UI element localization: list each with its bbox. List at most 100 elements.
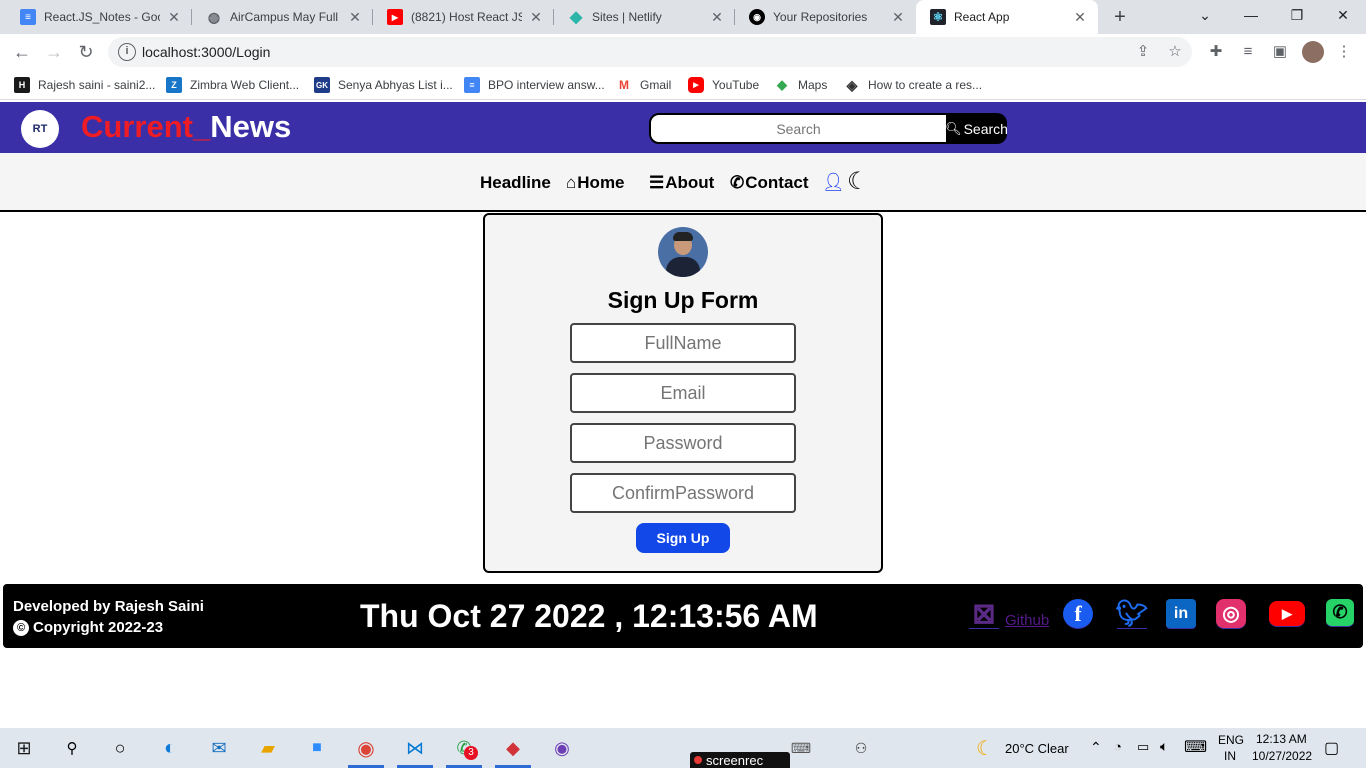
instagram-icon[interactable]: ◎ <box>1216 599 1246 629</box>
netlify-icon: ◆ <box>569 9 583 26</box>
tab-react-app[interactable]: ⚛ React App ✕ <box>916 0 1098 34</box>
password-field[interactable] <box>570 423 796 463</box>
notifications-icon[interactable]: ▢ <box>1324 738 1339 758</box>
linkedin-icon[interactable]: in <box>1166 599 1196 629</box>
youtube-icon[interactable]: ▶ <box>1269 601 1305 627</box>
reload-icon[interactable]: ↻ <box>74 40 98 64</box>
site-brand[interactable]: Current_News <box>81 109 291 145</box>
nav-headline[interactable]: Headline <box>480 173 551 193</box>
developer-credit: Developed by Rajesh Saini <box>13 598 204 615</box>
tab-react-notes[interactable]: ≡ React.JS_Notes - Goog ✕ <box>6 0 192 34</box>
chrome-icon[interactable]: ◉ <box>353 736 379 760</box>
bookmark-label: Zimbra Web Client... <box>190 78 300 92</box>
x-icon[interactable]: ⊠ <box>969 598 999 629</box>
profile-avatar[interactable] <box>1302 41 1324 63</box>
fullname-field[interactable] <box>570 323 796 363</box>
tab-netlify[interactable]: ◆ Sites | Netlify ✕ <box>554 0 735 34</box>
tab-repositories[interactable]: ◉ Your Repositories ✕ <box>735 0 916 34</box>
address-url[interactable]: localhost:3000/Login <box>142 44 270 60</box>
facebook-icon[interactable]: f <box>1063 599 1093 629</box>
forward-arrow-icon[interactable]: → <box>42 40 66 64</box>
info-icon[interactable]: i <box>118 43 136 61</box>
close-icon[interactable]: ✕ <box>166 9 182 26</box>
github-link[interactable]: Github <box>1005 612 1049 629</box>
close-icon[interactable]: ✕ <box>347 9 363 26</box>
search-icon: 🔍︎ <box>945 120 962 136</box>
bookmark-item[interactable]: H Rajesh saini - saini2... <box>14 76 155 94</box>
gk-icon: GK <box>314 77 330 93</box>
kebab-menu-icon[interactable]: ⋮ <box>1334 42 1354 62</box>
nav-home[interactable]: ⌂ Home <box>566 173 625 193</box>
language-bottom[interactable]: IN <box>1224 749 1236 763</box>
clock-time[interactable]: 12:13 AM <box>1256 732 1307 746</box>
gmail-icon: M <box>619 78 629 92</box>
search-input[interactable] <box>649 113 948 144</box>
clock-date[interactable]: 10/27/2022 <box>1252 749 1312 763</box>
media-queue-icon[interactable]: ≡ <box>1238 42 1258 62</box>
side-panel-icon[interactable]: ▣ <box>1270 42 1290 62</box>
confirm-password-field[interactable] <box>570 473 796 513</box>
file-explorer-icon[interactable]: ▰ <box>255 736 281 760</box>
window-close-icon[interactable]: ✕ <box>1320 0 1366 30</box>
site-logo[interactable]: RT <box>21 110 59 148</box>
close-icon[interactable]: ✕ <box>709 9 725 26</box>
tab-aircampus[interactable]: ◍ AirCampus May Full St ✕ <box>192 0 373 34</box>
bookmark-item[interactable]: ◈ How to create a res... <box>844 76 982 94</box>
bookmark-item[interactable]: ▶ YouTube <box>688 76 759 94</box>
phone-icon: ✆ <box>730 173 745 192</box>
search-button[interactable]: 🔍︎ Search <box>945 113 1008 144</box>
extensions-puzzle-icon[interactable]: ✚ <box>1206 42 1226 62</box>
github-desktop-icon[interactable]: ◉ <box>549 736 575 760</box>
people-icon[interactable]: ⚇ <box>848 736 874 760</box>
browser-tabstrip: ≡ React.JS_Notes - Goog ✕ ◍ AirCampus Ma… <box>0 0 1366 34</box>
minimize-icon[interactable]: — <box>1228 0 1274 30</box>
weather-moon-icon[interactable]: ☾ <box>972 736 998 760</box>
back-arrow-icon[interactable]: ← <box>10 40 34 64</box>
tab-search-chevron-icon[interactable]: ⌄ <box>1182 0 1228 30</box>
windows-start-icon[interactable]: ⊞ <box>11 736 37 760</box>
close-icon[interactable]: ✕ <box>528 9 544 26</box>
task-view-icon[interactable]: ○ <box>107 736 133 760</box>
user-icon[interactable]: 👤︎ <box>822 172 845 193</box>
app-icon[interactable]: ◆ <box>500 736 526 760</box>
sign-up-button[interactable]: Sign Up <box>636 523 730 553</box>
bookmark-item[interactable]: ≡ BPO interview answ... <box>464 76 605 94</box>
email-field[interactable] <box>570 373 796 413</box>
bookmark-item[interactable]: M Gmail <box>616 76 671 94</box>
moon-icon[interactable]: ☾ <box>847 167 869 196</box>
tab-host-react[interactable]: ▶ (8821) Host React JS W ✕ <box>373 0 554 34</box>
bookmark-item[interactable]: Z Zimbra Web Client... <box>166 76 299 94</box>
bookmark-item[interactable]: GK Senya Abhyas List i... <box>314 76 453 94</box>
keyboard-icon[interactable]: ⌨ <box>1184 737 1207 757</box>
bookmark-star-icon[interactable]: ☆ <box>1166 43 1184 61</box>
edge-icon[interactable]: ◐ <box>157 736 183 760</box>
bookmark-item[interactable]: ◆ Maps <box>774 76 827 94</box>
language-top[interactable]: ENG <box>1218 733 1244 747</box>
hackerrank-icon: H <box>14 77 30 93</box>
zoom-icon[interactable]: ■ <box>304 736 330 760</box>
vscode-icon[interactable]: ⋈ <box>402 736 428 760</box>
volume-icon[interactable]: 🔈︎ <box>1160 738 1168 755</box>
screen: ≡ React.JS_Notes - Goog ✕ ◍ AirCampus Ma… <box>0 0 1366 768</box>
nav-about[interactable]: ☰ About <box>649 173 714 193</box>
twitter-icon[interactable]: 🐦︎ <box>1116 598 1149 629</box>
battery-icon[interactable]: ▭ <box>1137 739 1149 755</box>
keyboard-icon[interactable]: ⌨ <box>788 736 814 760</box>
nav-contact[interactable]: ✆ Contact <box>730 173 809 193</box>
address-bar[interactable]: i localhost:3000/Login ⇪ ☆ <box>108 37 1192 67</box>
weather-text[interactable]: 20°C Clear <box>1005 741 1069 756</box>
search-icon[interactable]: ⚲ <box>59 736 85 760</box>
chevron-up-icon[interactable]: ⌃ <box>1090 739 1102 756</box>
tab-title: React.JS_Notes - Goog <box>44 10 160 24</box>
zimbra-icon: Z <box>166 77 182 93</box>
close-icon[interactable]: ✕ <box>1072 9 1088 26</box>
close-icon[interactable]: ✕ <box>890 9 906 26</box>
new-tab-button[interactable]: + <box>1108 4 1132 30</box>
wifi-icon[interactable]: ◔ <box>1114 739 1122 754</box>
restore-icon[interactable]: ❐ <box>1274 0 1320 30</box>
live-clock: Thu Oct 27 2022 , 12:13:56 AM <box>360 598 818 634</box>
bookmark-label: YouTube <box>712 78 760 92</box>
whatsapp-icon[interactable]: ✆ <box>1326 599 1354 627</box>
share-icon[interactable]: ⇪ <box>1134 43 1152 61</box>
mail-icon[interactable]: ✉ <box>206 736 232 760</box>
